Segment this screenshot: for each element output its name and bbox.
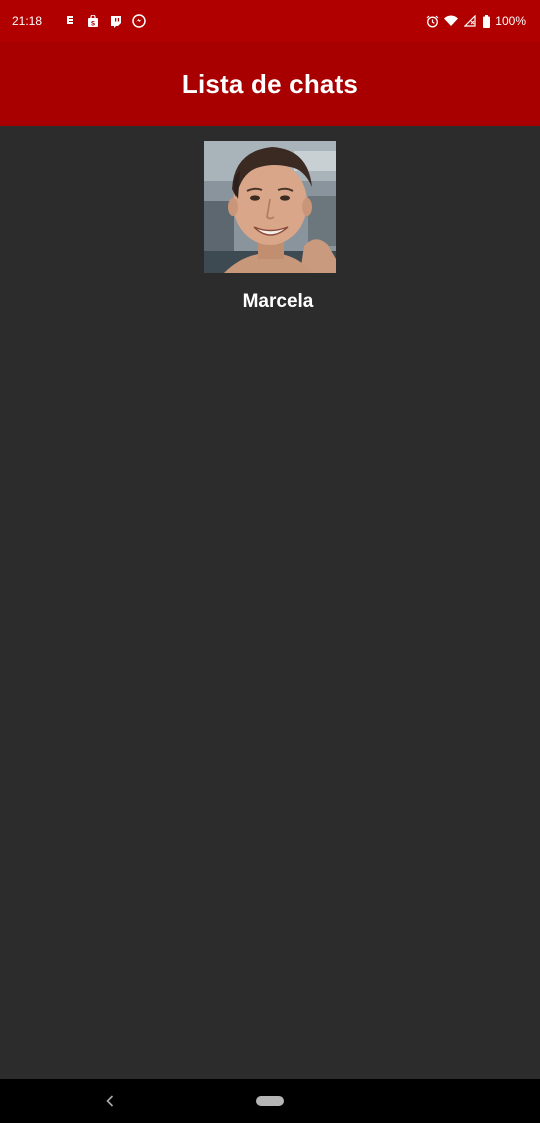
svg-text:S: S xyxy=(91,20,95,27)
shopping-icon: S xyxy=(86,14,100,28)
alarm-icon xyxy=(425,14,439,28)
messenger-icon xyxy=(132,14,146,28)
status-bar-right: 100% xyxy=(425,14,526,28)
list-item[interactable]: Marcela xyxy=(0,126,540,313)
status-bar-left: 21:18 S xyxy=(12,14,146,28)
notification-icon xyxy=(63,14,77,28)
signal-icon xyxy=(463,14,477,28)
battery-icon xyxy=(482,14,490,28)
status-time: 21:18 xyxy=(12,14,43,28)
twitch-icon xyxy=(109,14,123,28)
avatar xyxy=(204,141,336,273)
navigation-bar xyxy=(0,1079,540,1123)
battery-percent: 100% xyxy=(495,14,526,28)
home-pill-icon[interactable] xyxy=(256,1096,284,1106)
back-icon[interactable] xyxy=(101,1091,119,1111)
status-bar: 21:18 S 100% xyxy=(0,0,540,42)
wifi-icon xyxy=(444,14,459,28)
app-bar: Lista de chats xyxy=(0,42,540,126)
page-title: Lista de chats xyxy=(181,68,359,99)
chat-name: Marcela xyxy=(242,291,314,312)
chat-list: Marcela xyxy=(0,126,540,313)
